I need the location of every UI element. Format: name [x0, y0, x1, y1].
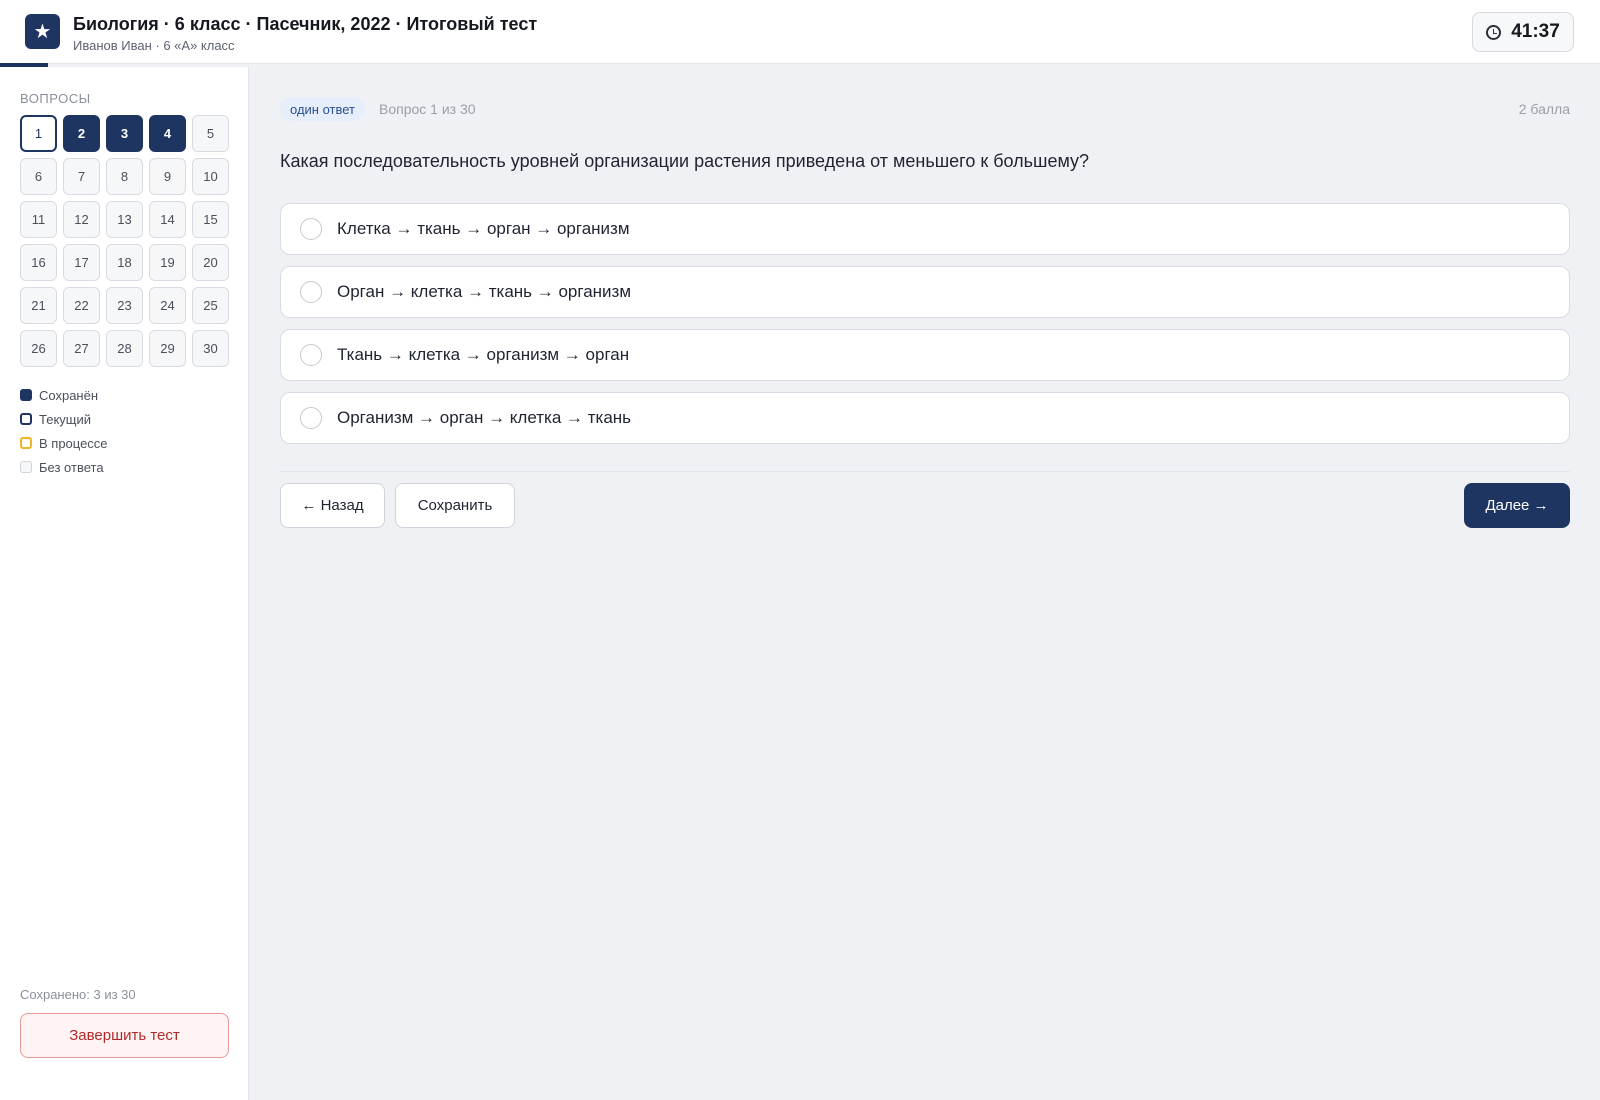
question-nav-button[interactable]: 30 [192, 330, 229, 367]
test-title: Биология · 6 класс · Пасечник, 2022 · Ит… [73, 14, 538, 34]
question-grid: 1 2 3 4 5 6 7 8 9 10 11 12 13 14 15 16 17 18 19 20 21 22 23 24 2… [20, 115, 229, 367]
next-button[interactable]: Далее → [1464, 483, 1570, 528]
save-button[interactable]: Сохранить [395, 483, 515, 528]
status-legend: Сохранён Текущий В процессе Без ответа [20, 383, 108, 479]
question-nav-button[interactable]: 26 [20, 330, 57, 367]
answer-options: Клетка → ткань → орган → организм Орган … [280, 203, 1570, 455]
question-nav-button[interactable]: 7 [63, 158, 100, 195]
question-nav-button[interactable]: 23 [106, 287, 143, 324]
question-nav-button[interactable]: 27 [63, 330, 100, 367]
legend-label: Сохранён [39, 387, 99, 403]
legend-item: Без ответа [20, 455, 108, 479]
option-label: Организм → орган → клетка → ткань [337, 408, 632, 427]
answer-option[interactable]: Клетка → ткань → орган → организм [280, 203, 1570, 255]
question-nav-button[interactable]: 29 [149, 330, 186, 367]
question-text: Какая последовательность уровней организ… [280, 151, 1090, 171]
saved-count: Сохранено: 3 из 30 [20, 987, 136, 1002]
legend-swatch [20, 389, 32, 401]
option-label: Орган → клетка → ткань → организм [337, 282, 632, 301]
question-nav-button[interactable]: 19 [149, 244, 186, 281]
legend-item: В процессе [20, 431, 108, 455]
question-nav-button[interactable]: 6 [20, 158, 57, 195]
answer-option[interactable]: Организм → орган → клетка → ткань [280, 392, 1570, 444]
answer-type-badge: один ответ [280, 97, 365, 121]
question-nav-button[interactable]: 11 [20, 201, 57, 238]
legend-swatch [20, 437, 32, 449]
question-nav-button[interactable]: 5 [192, 115, 229, 152]
question-nav-button[interactable]: 13 [106, 201, 143, 238]
question-nav-button[interactable]: 20 [192, 244, 229, 281]
legend-label: В процессе [39, 435, 108, 451]
question-nav-button[interactable]: 22 [63, 287, 100, 324]
question-sidebar: ВОПРОСЫ 1 2 3 4 5 6 7 8 9 10 11 12 13 14 15 16 17 18 19 20 2… [0, 67, 249, 1100]
back-button[interactable]: ← Назад [280, 483, 385, 528]
divider [280, 471, 1570, 472]
question-nav-button[interactable]: 2 [63, 115, 100, 152]
question-nav-button[interactable]: 4 [149, 115, 186, 152]
clock-icon [1486, 24, 1502, 40]
legend-item: Текущий [20, 407, 108, 431]
question-nav-button[interactable]: 28 [106, 330, 143, 367]
question-nav-button[interactable]: 3 [106, 115, 143, 152]
radio-button[interactable] [300, 344, 322, 366]
answer-option[interactable]: Орган → клетка → ткань → организм [280, 266, 1570, 318]
star-logo-icon: ★ [25, 14, 60, 49]
question-nav-button[interactable]: 18 [106, 244, 143, 281]
finish-test-button[interactable]: Завершить тест [20, 1013, 229, 1058]
question-nav-button[interactable]: 10 [192, 158, 229, 195]
question-nav-button[interactable]: 8 [106, 158, 143, 195]
legend-swatch [20, 413, 32, 425]
student-info: Иванов Иван · 6 «А» класс [73, 38, 235, 53]
legend-label: Без ответа [39, 459, 104, 475]
question-nav-button[interactable]: 21 [20, 287, 57, 324]
legend-swatch [20, 461, 32, 473]
top-bar: ★ Биология · 6 класс · Пасечник, 2022 · … [0, 0, 1600, 64]
question-nav-button[interactable]: 16 [20, 244, 57, 281]
question-nav-button[interactable]: 9 [149, 158, 186, 195]
question-nav-button[interactable]: 25 [192, 287, 229, 324]
question-nav-button[interactable]: 12 [63, 201, 100, 238]
option-label: Клетка → ткань → орган → организм [337, 219, 630, 238]
question-nav-button[interactable]: 1 [20, 115, 57, 152]
radio-button[interactable] [300, 407, 322, 429]
question-meta: один ответ Вопрос 1 из 30 2 балла [280, 97, 1570, 121]
question-nav-button[interactable]: 14 [149, 201, 186, 238]
sidebar-heading: ВОПРОСЫ [20, 91, 91, 106]
question-nav-button[interactable]: 17 [63, 244, 100, 281]
timer-value: 41:37 [1511, 21, 1560, 42]
timer: 41:37 [1472, 12, 1574, 52]
legend-label: Текущий [39, 411, 91, 427]
option-label: Ткань → клетка → организм → орган [337, 345, 630, 364]
question-points: 2 балла [1518, 101, 1570, 117]
radio-button[interactable] [300, 281, 322, 303]
question-nav-button[interactable]: 15 [192, 201, 229, 238]
question-number: Вопрос 1 из 30 [379, 101, 476, 117]
question-nav-button[interactable]: 24 [149, 287, 186, 324]
answer-option[interactable]: Ткань → клетка → организм → орган [280, 329, 1570, 381]
legend-item: Сохранён [20, 383, 108, 407]
radio-button[interactable] [300, 218, 322, 240]
